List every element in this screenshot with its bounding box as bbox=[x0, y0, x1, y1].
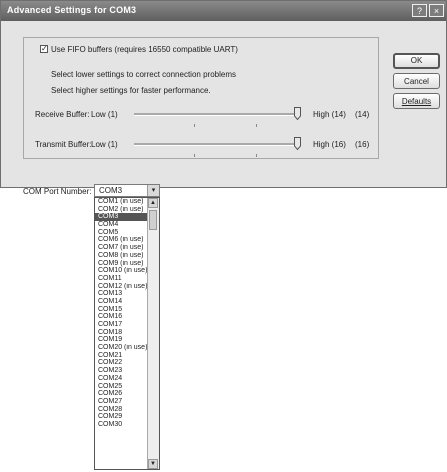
close-button[interactable]: × bbox=[429, 4, 444, 17]
cancel-button[interactable]: Cancel bbox=[393, 73, 440, 89]
advanced-settings-dialog: Advanced Settings for COM3 ? × ✓ Use FIF… bbox=[0, 0, 447, 196]
transmit-buffer-label: Transmit Buffer: bbox=[35, 140, 92, 149]
com-port-option[interactable]: COM24 bbox=[95, 375, 148, 383]
com-port-option[interactable]: COM10 (in use) bbox=[95, 267, 148, 275]
com-port-option[interactable]: COM23 bbox=[95, 367, 148, 375]
com-port-option[interactable]: COM26 bbox=[95, 390, 148, 398]
receive-high-label: High (14) bbox=[313, 110, 346, 119]
com-port-option[interactable]: COM21 bbox=[95, 352, 148, 360]
com-port-option[interactable]: COM16 bbox=[95, 313, 148, 321]
receive-buffer-label: Receive Buffer: bbox=[35, 110, 90, 119]
transmit-buffer-slider[interactable] bbox=[134, 143, 299, 146]
com-port-option[interactable]: COM12 (in use) bbox=[95, 283, 148, 291]
receive-buffer-slider[interactable] bbox=[134, 113, 299, 116]
transmit-slider-thumb[interactable] bbox=[294, 137, 301, 150]
slider-tick bbox=[194, 154, 195, 157]
com-port-option[interactable]: COM27 bbox=[95, 398, 148, 406]
ok-button[interactable]: OK bbox=[393, 53, 440, 69]
com-port-option[interactable]: COM14 bbox=[95, 298, 148, 306]
com-port-option[interactable]: COM13 bbox=[95, 290, 148, 298]
lower-settings-hint: Select lower settings to correct connect… bbox=[51, 70, 236, 79]
slider-tick bbox=[194, 124, 195, 127]
com-port-option[interactable]: COM20 (in use) bbox=[95, 344, 148, 352]
com-port-option[interactable]: COM4 bbox=[95, 221, 148, 229]
slider-tick bbox=[256, 154, 257, 157]
chevron-down-icon[interactable]: ▾ bbox=[147, 185, 159, 196]
com-port-option[interactable]: COM1 (in use) bbox=[95, 198, 148, 206]
receive-value: (14) bbox=[355, 110, 370, 119]
com-port-option[interactable]: COM28 bbox=[95, 406, 148, 414]
com-port-option[interactable]: COM2 (in use) bbox=[95, 206, 148, 214]
defaults-button[interactable]: Defaults bbox=[393, 93, 440, 109]
scroll-down-icon[interactable]: ▼ bbox=[148, 459, 158, 469]
com-port-selected-value: COM3 bbox=[99, 186, 123, 195]
com-port-option[interactable]: COM17 bbox=[95, 321, 148, 329]
com-port-option[interactable]: COM29 bbox=[95, 413, 148, 421]
com-port-option[interactable]: COM15 bbox=[95, 306, 148, 314]
receive-low-label: Low (1) bbox=[91, 110, 118, 119]
com-port-option[interactable]: COM3 bbox=[95, 213, 148, 222]
com-port-option[interactable]: COM30 bbox=[95, 421, 148, 429]
com-port-option[interactable]: COM11 bbox=[95, 275, 148, 283]
title-bar[interactable]: Advanced Settings for COM3 ? × bbox=[1, 1, 446, 21]
com-port-option[interactable]: COM5 bbox=[95, 229, 148, 237]
com-port-option[interactable]: COM6 (in use) bbox=[95, 236, 148, 244]
slider-tick bbox=[256, 124, 257, 127]
com-port-dropdown: COM1 (in use) COM2 (in use) COM3 COM4 COM5 CO… bbox=[94, 197, 160, 470]
com-port-option[interactable]: COM18 bbox=[95, 329, 148, 337]
com-port-list: COM1 (in use) COM2 (in use) COM3 COM4 COM5 CO… bbox=[95, 198, 148, 429]
scrollbar-thumb[interactable] bbox=[149, 210, 157, 230]
transmit-value: (16) bbox=[355, 140, 370, 149]
fifo-checkbox[interactable]: ✓ bbox=[40, 45, 48, 53]
dialog-title: Advanced Settings for COM3 bbox=[7, 5, 137, 15]
fifo-label: Use FIFO buffers (requires 16550 compati… bbox=[51, 45, 238, 54]
com-port-label: COM Port Number: bbox=[23, 187, 92, 196]
help-button[interactable]: ? bbox=[412, 4, 427, 17]
com-port-option[interactable]: COM7 (in use) bbox=[95, 244, 148, 252]
transmit-low-label: Low (1) bbox=[91, 140, 118, 149]
transmit-high-label: High (16) bbox=[313, 140, 346, 149]
com-port-option[interactable]: COM25 bbox=[95, 383, 148, 391]
com-port-option[interactable]: COM8 (in use) bbox=[95, 252, 148, 260]
com-port-option[interactable]: COM9 (in use) bbox=[95, 260, 148, 268]
dropdown-scrollbar[interactable]: ▲ ▼ bbox=[147, 198, 159, 469]
higher-settings-hint: Select higher settings for faster perfor… bbox=[51, 86, 211, 95]
com-port-option[interactable]: COM19 bbox=[95, 336, 148, 344]
com-port-option[interactable]: COM22 bbox=[95, 359, 148, 367]
com-port-select[interactable]: COM3 ▾ bbox=[94, 184, 160, 197]
receive-slider-thumb[interactable] bbox=[294, 107, 301, 120]
scroll-up-icon[interactable]: ▲ bbox=[148, 198, 158, 208]
